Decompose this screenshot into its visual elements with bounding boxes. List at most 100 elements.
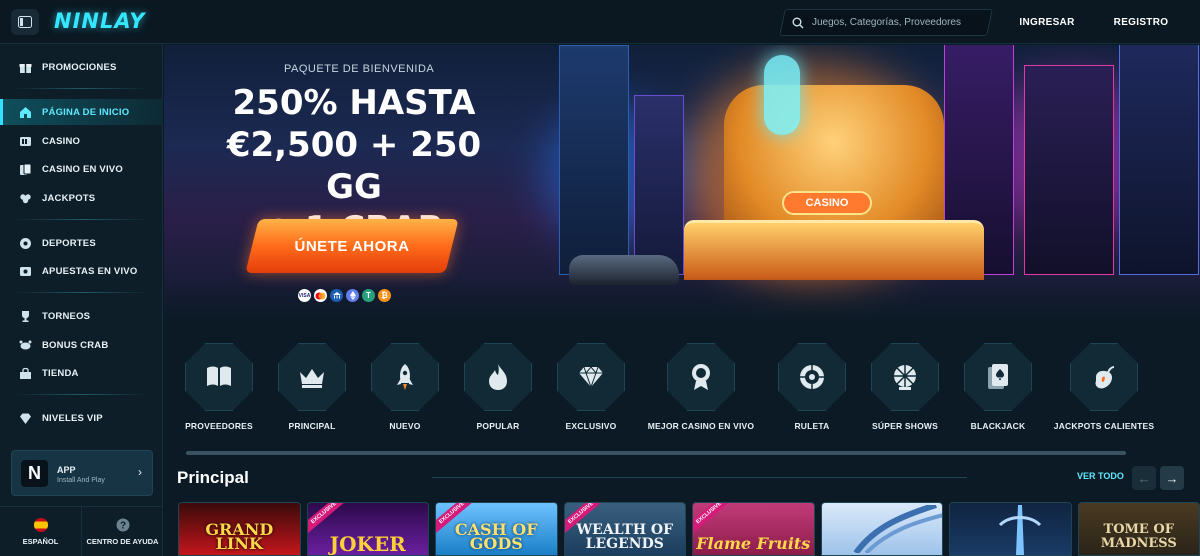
game-card[interactable]: EXCLUSIVE JOKER xyxy=(306,502,429,556)
category-main[interactable]: PRINCIPAL xyxy=(262,343,362,431)
hot-pepper-icon xyxy=(1095,366,1115,389)
book-icon xyxy=(207,366,231,386)
sidebar-item-live-casino[interactable]: CASINO EN VIVO xyxy=(0,156,163,182)
bitcoin-icon: ₿ xyxy=(378,289,391,302)
game-title: TOME OF MADNESS xyxy=(1100,522,1177,551)
gift-icon xyxy=(18,60,32,74)
search-field[interactable]: Juegos, Categorías, Proveedores xyxy=(792,9,961,36)
visa-icon: VISA xyxy=(298,289,311,302)
slot-icon xyxy=(18,134,32,148)
arrow-left-icon: ← xyxy=(1137,470,1151,486)
sidebar: PROMOCIONES PÁGINA DE INICIO CASINO CASI… xyxy=(0,44,163,556)
game-title: Flame Fruits xyxy=(696,534,811,553)
banner-subtitle: PAQUETE DE BIENVENIDA xyxy=(284,63,435,75)
login-button[interactable]: INGRESAR xyxy=(1001,8,1093,36)
category-bar: PROVEEDORES PRINCIPAL NUEVO POPULAR EXCL… xyxy=(164,335,1200,457)
sidebar-divider xyxy=(14,292,150,293)
search-placeholder: Juegos, Categorías, Proveedores xyxy=(812,17,961,28)
category-popular[interactable]: POPULAR xyxy=(448,343,548,431)
section-title: Principal xyxy=(177,468,249,487)
category-blackjack[interactable]: BLACKJACK xyxy=(948,343,1048,431)
clover-icon xyxy=(18,191,32,205)
previous-button[interactable]: ← xyxy=(1132,466,1156,490)
category-exclusive[interactable]: EXCLUSIVO xyxy=(541,343,641,431)
scrollbar-thumb[interactable] xyxy=(186,451,1126,455)
help-icon: ? xyxy=(116,518,129,531)
next-button[interactable]: → xyxy=(1160,466,1184,490)
game-card[interactable]: EXCLUSIVE CASH OF GODS xyxy=(435,502,558,556)
crab-icon xyxy=(18,338,32,352)
game-title: JOKER xyxy=(329,532,406,556)
welcome-banner: CASINO PAQUETE DE BIENVENIDA 250% HASTA … xyxy=(164,45,1200,335)
exclusive-badge: EXCLUSIVE xyxy=(692,503,734,535)
sidebar-item-jackpots[interactable]: JACKPOTS xyxy=(0,185,163,211)
help-center-button[interactable]: ? CENTRO DE AYUDA xyxy=(81,507,163,556)
sidebar-item-vip[interactable]: NIVELES VIP xyxy=(0,405,163,431)
sidebar-item-deportes[interactable]: DEPORTES xyxy=(0,230,163,256)
category-super-shows[interactable]: SÚPER SHOWS xyxy=(855,343,955,431)
game-card[interactable] xyxy=(949,502,1072,556)
diamond-icon xyxy=(18,411,32,425)
logo[interactable]: NINLAY xyxy=(54,9,145,33)
sidebar-item-bonus-crab[interactable]: BONUS CRAB xyxy=(0,332,163,358)
sidebar-item-torneos[interactable]: TORNEOS xyxy=(0,303,163,329)
sidebar-footer: ESPAÑOL ? CENTRO DE AYUDA xyxy=(0,506,163,556)
mastercard-icon xyxy=(314,289,327,302)
sidebar-item-live-bets[interactable]: APUESTAS EN VIVO xyxy=(0,258,163,284)
ethereum-icon xyxy=(346,289,359,302)
game-card[interactable] xyxy=(820,502,943,556)
crown-icon xyxy=(300,369,324,388)
app-logo: N xyxy=(21,460,48,487)
spain-flag-icon xyxy=(33,517,48,532)
svg-text:?: ? xyxy=(119,520,125,531)
sidebar-item-casino[interactable]: CASINO xyxy=(0,128,163,154)
join-now-button[interactable]: ÚNETE AHORA xyxy=(252,219,452,273)
sidebar-item-home[interactable]: PÁGINA DE INICIO xyxy=(0,99,163,125)
live-icon xyxy=(18,264,32,278)
category-providers[interactable]: PROVEEDORES xyxy=(169,343,269,431)
game-title: CASH OF GODS xyxy=(454,520,538,553)
rocket-icon xyxy=(397,364,413,390)
app-subtitle: Install And Play xyxy=(57,477,105,484)
category-new[interactable]: NUEVO xyxy=(355,343,455,431)
sidebar-item-promociones[interactable]: PROMOCIONES xyxy=(0,54,163,80)
sidebar-item-tienda[interactable]: TIENDA xyxy=(0,360,163,386)
arrow-right-icon: → xyxy=(1165,470,1179,486)
casino-building xyxy=(684,220,984,280)
section-header: Principal VER TODO ← → xyxy=(164,460,1200,496)
category-scrollbar[interactable] xyxy=(186,451,1126,455)
category-roulette[interactable]: RULETA xyxy=(762,343,862,431)
sidebar-toggle-button[interactable] xyxy=(11,9,39,35)
casino-sign: CASINO xyxy=(782,191,872,215)
trophy-icon xyxy=(18,309,32,323)
game-card[interactable]: EXCLUSIVE Flame Fruits xyxy=(692,502,815,556)
tether-icon: T xyxy=(362,289,375,302)
payment-methods: VISA T ₿ xyxy=(298,289,391,302)
neon-figure xyxy=(764,55,800,135)
cards-icon xyxy=(18,162,32,176)
ball-icon xyxy=(18,236,32,250)
top-bar: NINLAY Juegos, Categorías, Proveedores I… xyxy=(0,0,1200,44)
category-best-live-casino[interactable]: MEJOR CASINO EN VIVO xyxy=(646,343,756,431)
register-button[interactable]: REGISTRO xyxy=(1095,8,1187,36)
game-card[interactable]: EXCLUSIVE WEALTH OF LEGENDS xyxy=(563,502,686,556)
game-title: WEALTH OF LEGENDS xyxy=(576,522,674,552)
search-icon xyxy=(792,17,804,28)
bank-icon xyxy=(330,289,343,302)
game-card[interactable]: GRAND LINK xyxy=(178,502,301,556)
category-hot-jackpots[interactable]: JACKPOTS CALIENTES xyxy=(1041,343,1167,431)
game-card[interactable]: TOME OF MADNESS xyxy=(1077,502,1200,556)
section-divider xyxy=(432,477,967,478)
sidebar-divider xyxy=(14,394,150,395)
sidebar-divider xyxy=(14,219,150,220)
app-install-card[interactable]: N APP Install And Play › xyxy=(11,450,153,496)
app-title: APP xyxy=(57,465,76,475)
language-selector[interactable]: ESPAÑOL xyxy=(0,507,81,556)
home-icon xyxy=(18,105,32,119)
games-row: GRAND LINK EXCLUSIVE JOKER EXCLUSIVE CAS… xyxy=(178,502,1200,556)
flame-icon xyxy=(489,364,507,390)
wheel-icon xyxy=(894,365,916,390)
spade-card-icon xyxy=(988,364,1008,389)
see-all-link[interactable]: VER TODO xyxy=(1077,471,1124,481)
sidebar-icon xyxy=(18,16,32,28)
